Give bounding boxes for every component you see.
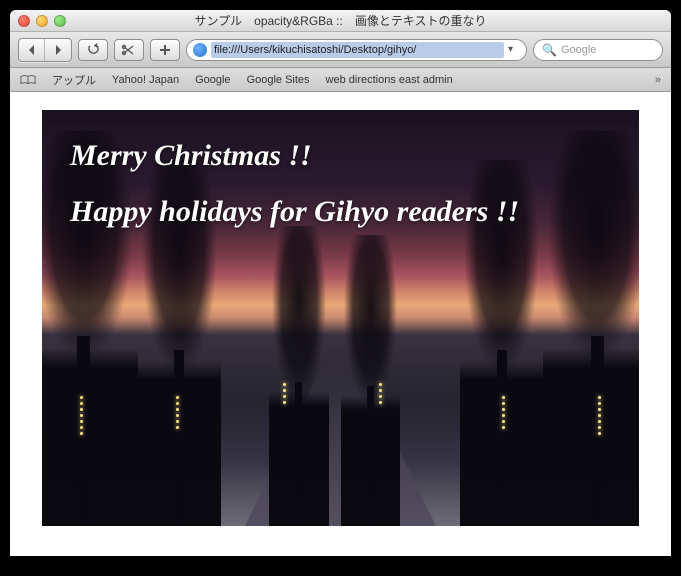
action-button[interactable] [114,39,144,61]
string-lights [173,393,181,443]
forward-button[interactable] [45,39,71,61]
close-button[interactable] [18,15,30,27]
string-lights [500,393,508,443]
back-button[interactable] [19,39,45,61]
string-lights [595,393,603,443]
string-lights [281,380,289,410]
hero-text: Merry Christmas !! Happy holidays for Gi… [70,128,611,239]
left-arrow-icon [26,44,38,56]
tree [269,226,329,526]
zoom-button[interactable] [54,15,66,27]
toolbar: file:///Users/kikuchisatoshi/Desktop/gih… [10,32,671,68]
book-icon[interactable] [20,74,36,85]
bookmark-item[interactable]: Google [195,74,230,86]
url-bar[interactable]: file:///Users/kikuchisatoshi/Desktop/gih… [186,39,527,61]
tree [341,235,401,526]
url-text: file:///Users/kikuchisatoshi/Desktop/gih… [211,42,504,58]
window-title: サンプル opacity&RGBa :: 画像とテキストの重なり [18,12,663,29]
browser-window: サンプル opacity&RGBa :: 画像とテキストの重なり [10,10,671,556]
plus-icon [159,44,171,56]
string-lights [78,393,86,443]
search-icon: 🔍 [542,43,557,57]
bookmark-item[interactable]: アップル [52,72,96,88]
greeting-line-1: Merry Christmas !! [70,128,611,184]
search-placeholder: Google [561,44,596,56]
reload-button[interactable] [78,39,108,61]
search-bar[interactable]: 🔍 Google [533,39,663,61]
add-button[interactable] [150,39,180,61]
chevron-right-icon[interactable]: » [655,74,661,86]
bookmarks-bar: アップル Yahoo! Japan Google Google Sites we… [10,68,671,92]
chevron-down-icon[interactable]: ▾ [508,44,522,55]
right-arrow-icon [52,44,64,56]
minimize-button[interactable] [36,15,48,27]
page-content: Merry Christmas !! Happy holidays for Gi… [10,92,671,556]
nav-buttons [18,38,72,62]
traffic-lights [18,15,66,27]
bookmark-item[interactable]: web directions east admin [326,74,453,86]
greeting-line-2: Happy holidays for Gihyo readers !! [70,184,611,240]
hero-image: Merry Christmas !! Happy holidays for Gi… [42,110,639,526]
titlebar: サンプル opacity&RGBa :: 画像とテキストの重なり [10,10,671,32]
scissors-icon [121,44,137,56]
string-lights [376,380,384,410]
bookmark-item[interactable]: Google Sites [247,74,310,86]
bookmark-item[interactable]: Yahoo! Japan [112,74,179,86]
site-icon [193,43,207,57]
reload-icon [87,43,100,56]
